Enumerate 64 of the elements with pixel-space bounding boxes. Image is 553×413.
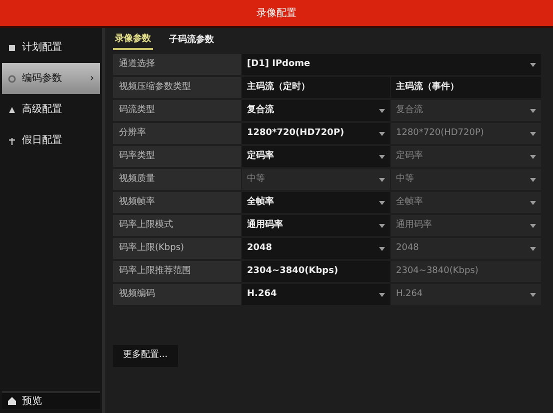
field-label: 视频帧率 <box>113 192 241 213</box>
column-header: 主码流（事件） <box>391 77 541 98</box>
field-value: 2304~3840(Kbps) <box>391 261 541 282</box>
dropdown-field: 全帧率 <box>391 192 541 213</box>
dropdown-field: 2048 <box>391 238 541 259</box>
dropdown-field[interactable]: H.264 <box>242 284 390 305</box>
caret-icon <box>379 200 385 204</box>
field-label: 分辨率 <box>113 123 241 144</box>
field-label: 视频压缩参数类型 <box>113 77 241 98</box>
field-label: 码流类型 <box>113 100 241 121</box>
chevron-icon: › <box>90 71 94 86</box>
caret-icon <box>379 224 385 228</box>
field-label: 码率上限模式 <box>113 215 241 236</box>
caret-icon <box>379 246 385 250</box>
dropdown-field[interactable]: 全帧率 <box>242 192 390 213</box>
dropdown-field[interactable]: 复合流 <box>242 100 390 121</box>
more-config-button[interactable]: 更多配置... <box>113 345 178 366</box>
tab[interactable]: 子码流参数 <box>167 32 216 50</box>
dropdown-field: 中等 <box>391 169 541 190</box>
field-value: 2304~3840(Kbps) <box>242 261 390 282</box>
field-label: 通道选择 <box>113 54 241 75</box>
dropdown-field: H.264 <box>391 284 541 305</box>
dropdown-field: 1280*720(HD720P) <box>391 123 541 144</box>
dropdown-field[interactable]: 1280*720(HD720P) <box>242 123 390 144</box>
dropdown-field[interactable]: 2048 <box>242 238 390 259</box>
menu-item-icon <box>8 44 16 52</box>
caret-icon <box>530 224 536 228</box>
caret-icon <box>530 178 536 182</box>
field-label: 视频质量 <box>113 169 241 190</box>
caret-icon <box>530 108 536 112</box>
sidebar-item[interactable]: 编码参数 › <box>2 63 100 94</box>
dropdown-field[interactable]: 通用码率 <box>242 215 390 236</box>
caret-icon <box>379 154 385 158</box>
caret-icon <box>379 292 385 296</box>
sidebar-item[interactable]: 高级配置 <box>2 94 100 125</box>
field-label: 码率类型 <box>113 146 241 167</box>
caret-icon <box>530 62 536 66</box>
dropdown-field[interactable]: 定码率 <box>242 146 390 167</box>
field-label: 码率上限推荐范围 <box>113 261 241 282</box>
home-icon <box>8 397 16 405</box>
menu-item-icon <box>8 74 16 82</box>
caret-icon <box>379 108 385 112</box>
channel-dropdown[interactable]: [D1] IPdome <box>242 54 541 75</box>
field-label: 码率上限(Kbps) <box>113 238 241 259</box>
caret-icon <box>379 132 385 136</box>
window-title: 录像配置 <box>0 0 553 28</box>
dropdown-field: 定码率 <box>391 146 541 167</box>
tab[interactable]: 录像参数 <box>113 32 153 50</box>
caret-icon <box>530 200 536 204</box>
sidebar-item[interactable]: 计划配置 <box>2 32 100 63</box>
field-label: 视频编码 <box>113 284 241 305</box>
preview-button[interactable]: 预览 <box>2 391 100 409</box>
sidebar-item[interactable]: 假日配置 <box>2 125 100 156</box>
menu-item-icon <box>8 106 16 114</box>
caret-icon <box>530 246 536 250</box>
caret-icon <box>530 154 536 158</box>
menu-item-icon <box>8 136 16 144</box>
column-header: 主码流（定时） <box>242 77 390 98</box>
caret-icon <box>379 178 385 182</box>
caret-icon <box>530 292 536 296</box>
dropdown-field: 复合流 <box>391 100 541 121</box>
dropdown-field: 中等 <box>242 169 390 190</box>
dropdown-field: 通用码率 <box>391 215 541 236</box>
caret-icon <box>530 132 536 136</box>
